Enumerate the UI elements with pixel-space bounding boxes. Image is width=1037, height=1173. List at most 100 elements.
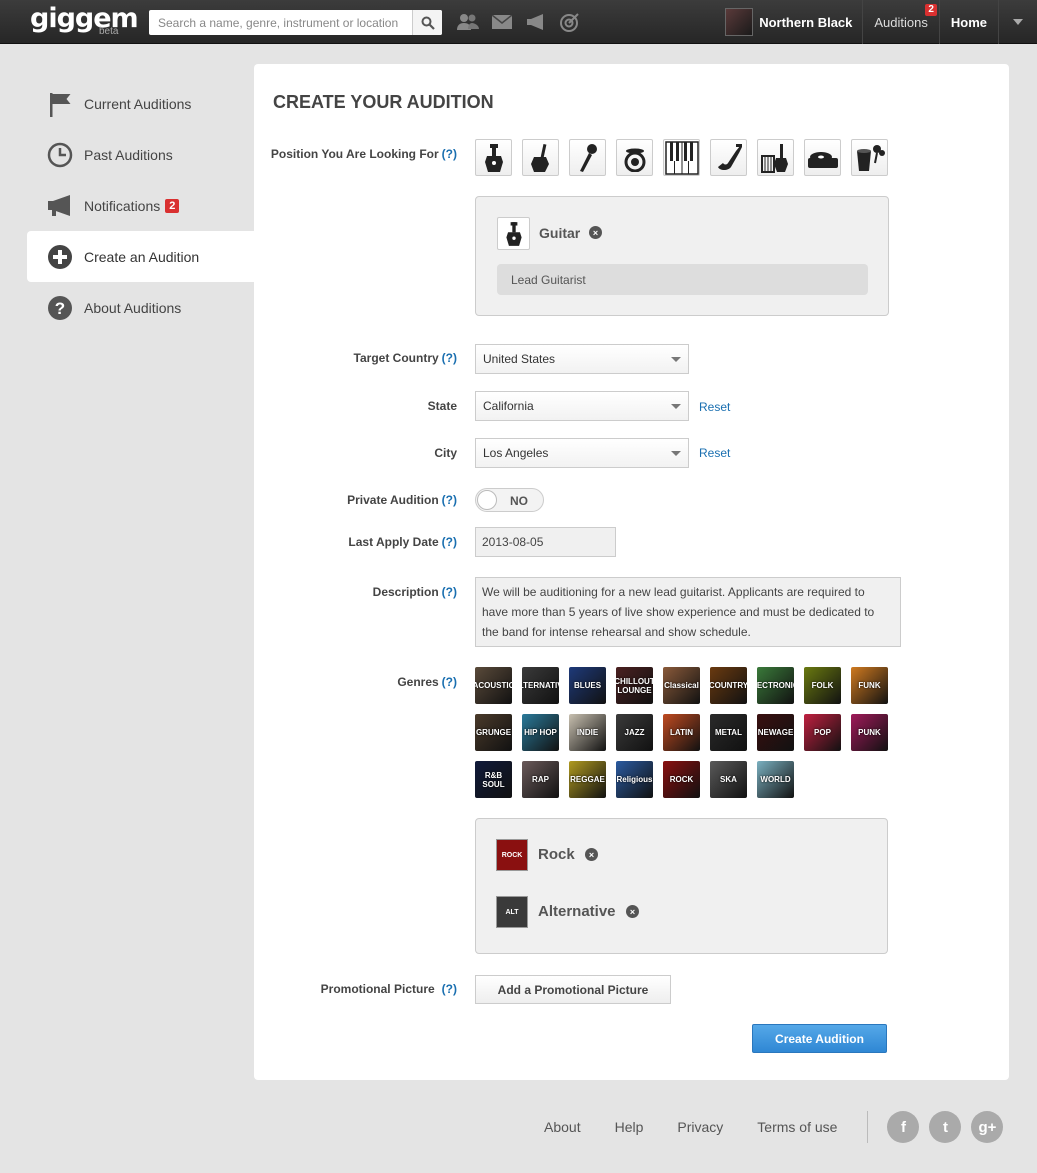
help-link[interactable]: (?) — [442, 585, 457, 599]
strings-button[interactable] — [757, 139, 794, 176]
selected-genre-tile: ALT — [496, 896, 528, 928]
genre-tile[interactable]: R&B SOUL — [475, 761, 512, 798]
role-input[interactable] — [497, 264, 868, 295]
megaphone-icon — [47, 193, 73, 219]
genre-tile[interactable]: ROCK — [663, 761, 700, 798]
sidebar-item-current-auditions[interactable]: Current Auditions — [27, 78, 254, 129]
genre-tile[interactable]: CHILLOUT LOUNGE — [616, 667, 653, 704]
account-dropdown-button[interactable] — [999, 0, 1037, 44]
genre-tile[interactable]: FUNK — [851, 667, 888, 704]
google-plus-icon[interactable]: g+ — [971, 1111, 1004, 1143]
genre-tile[interactable]: LATIN — [663, 714, 700, 751]
percussion-button[interactable] — [851, 139, 888, 176]
genre-tile[interactable]: SKA — [710, 761, 747, 798]
sidebar-item-about-auditions[interactable]: ? About Auditions — [27, 282, 254, 333]
keyboard-button[interactable] — [663, 139, 700, 176]
last-apply-date-label-text: Last Apply Date — [348, 535, 439, 549]
genre-tile[interactable]: WORLD — [757, 761, 794, 798]
footer-link-privacy[interactable]: Privacy — [677, 1119, 723, 1135]
genre-tile[interactable]: METAL — [710, 714, 747, 751]
help-link[interactable]: (?) — [442, 493, 457, 507]
footer-link-terms[interactable]: Terms of use — [757, 1119, 837, 1135]
chevron-down-icon — [671, 404, 681, 409]
user-menu[interactable]: Northern Black — [717, 0, 864, 44]
microphone-button[interactable] — [569, 139, 606, 176]
genre-tile[interactable]: NEWAGE — [757, 714, 794, 751]
mail-icon[interactable] — [490, 10, 514, 34]
remove-genre-icon[interactable]: × — [585, 848, 598, 861]
selected-instrument-name: Guitar — [539, 225, 581, 241]
clock-icon — [47, 142, 73, 168]
giggem-logo[interactable]: giggem — [30, 3, 139, 34]
genre-tile[interactable]: ALTERNATIVE — [522, 667, 559, 704]
country-select[interactable]: United States — [475, 344, 689, 374]
search-input[interactable] — [149, 10, 412, 35]
genre-tile[interactable]: Classical — [663, 667, 700, 704]
last-apply-date-label: Last Apply Date (?) — [348, 535, 457, 549]
home-link[interactable]: Home — [940, 0, 999, 44]
help-link[interactable]: (?) — [442, 351, 457, 365]
remove-instrument-icon[interactable]: × — [589, 226, 602, 239]
strings-icon — [760, 143, 788, 173]
last-apply-date-input[interactable] — [475, 527, 616, 557]
target-country-label: Target Country (?) — [354, 351, 457, 365]
megaphone-icon[interactable] — [524, 10, 548, 34]
sidebar-item-past-auditions[interactable]: Past Auditions — [27, 129, 254, 180]
genre-tile[interactable]: POP — [804, 714, 841, 751]
help-link[interactable]: (?) — [442, 675, 457, 689]
search-box — [149, 10, 442, 35]
user-name: Northern Black — [759, 14, 853, 30]
genre-tile[interactable]: ACOUSTIC — [475, 667, 512, 704]
guitar-button[interactable] — [475, 139, 512, 176]
state-select[interactable]: California — [475, 391, 689, 421]
plus-circle-icon — [47, 244, 73, 270]
help-link[interactable]: (?) — [442, 147, 457, 161]
genre-tile[interactable]: JAZZ — [616, 714, 653, 751]
genre-tile[interactable]: RAP — [522, 761, 559, 798]
remove-genre-icon[interactable]: × — [626, 905, 639, 918]
auditions-link[interactable]: Auditions 2 — [863, 0, 940, 44]
city-reset-link[interactable]: Reset — [699, 446, 730, 460]
sidebar-item-notifications[interactable]: Notifications 2 — [27, 180, 254, 231]
bass-button[interactable] — [522, 139, 559, 176]
state-reset-link[interactable]: Reset — [699, 400, 730, 414]
twitter-icon[interactable]: t — [929, 1111, 962, 1143]
friends-icon[interactable] — [456, 10, 480, 34]
city-label: City — [434, 446, 457, 460]
facebook-icon[interactable]: f — [887, 1111, 920, 1143]
microphone-icon — [579, 143, 597, 172]
guitar-icon — [505, 221, 522, 246]
create-audition-button[interactable]: Create Audition — [752, 1024, 887, 1053]
turntable-button[interactable] — [804, 139, 841, 176]
logo-beta: beta — [99, 26, 119, 37]
private-audition-toggle[interactable]: NO — [475, 488, 544, 512]
footer-link-about[interactable]: About — [544, 1119, 581, 1135]
genre-tile[interactable]: HIP HOP — [522, 714, 559, 751]
selected-instrument-tile — [497, 217, 530, 250]
drums-button[interactable] — [616, 139, 653, 176]
description-textarea[interactable]: We will be auditioning for a new lead gu… — [475, 577, 901, 647]
saxophone-button[interactable] — [710, 139, 747, 176]
help-link[interactable]: (?) — [442, 982, 457, 996]
add-promo-picture-button[interactable]: Add a Promotional Picture — [475, 975, 671, 1004]
genre-tile[interactable]: PUNK — [851, 714, 888, 751]
genre-tile[interactable]: REGGAE — [569, 761, 606, 798]
sidebar-item-label: Create an Audition — [84, 248, 200, 265]
sidebar-item-create-audition[interactable]: Create an Audition — [27, 231, 254, 282]
genre-tile[interactable]: COUNTRY — [710, 667, 747, 704]
genre-tile[interactable]: ELECTRONICA — [757, 667, 794, 704]
auditions-link-label: Auditions — [874, 14, 928, 30]
genre-tile[interactable]: FOLK — [804, 667, 841, 704]
search-button[interactable] — [412, 10, 442, 35]
genre-tile[interactable]: BLUES — [569, 667, 606, 704]
footer-divider — [867, 1111, 869, 1143]
genre-tile[interactable]: INDIE — [569, 714, 606, 751]
drums-icon — [624, 148, 645, 172]
target-icon[interactable] — [558, 10, 582, 34]
genre-tile[interactable]: GRUNGE — [475, 714, 512, 751]
footer-link-help[interactable]: Help — [615, 1119, 644, 1135]
city-select[interactable]: Los Angeles — [475, 438, 689, 468]
create-audition-card: CREATE YOUR AUDITION Position You Are Lo… — [254, 64, 1009, 1080]
help-link[interactable]: (?) — [442, 535, 457, 549]
genre-tile[interactable]: Religious — [616, 761, 653, 798]
